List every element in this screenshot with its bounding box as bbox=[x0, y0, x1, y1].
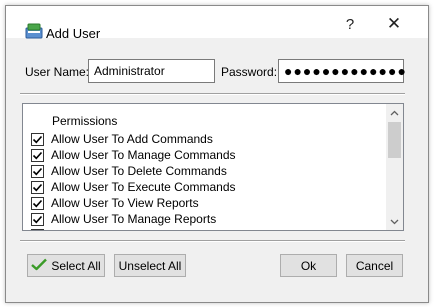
password-label: Password: bbox=[221, 65, 278, 79]
username-label: User Name: bbox=[25, 65, 90, 79]
help-icon: ? bbox=[345, 15, 355, 33]
permissions-list[interactable]: Permissions Allow User To Add Commands Al… bbox=[22, 103, 404, 231]
password-field[interactable]: ●●●●●●●●●●●●● bbox=[278, 59, 406, 83]
scroll-down-icon[interactable] bbox=[386, 213, 403, 230]
scroll-thumb[interactable] bbox=[388, 122, 401, 158]
permissions-header: Permissions bbox=[52, 114, 118, 128]
cancel-label: Cancel bbox=[355, 258, 394, 273]
permission-label: Allow User To Manage Commands bbox=[51, 148, 236, 162]
separator-top bbox=[20, 93, 405, 95]
permission-label: Allow User To Add Commands bbox=[51, 132, 213, 146]
cancel-button[interactable]: Cancel bbox=[346, 254, 403, 277]
separator-bottom bbox=[20, 240, 405, 242]
ok-label: Ok bbox=[300, 258, 317, 273]
permission-label: Allow User To Delete Commands bbox=[51, 164, 227, 178]
permission-item[interactable]: Allow User To Manage Commands bbox=[31, 147, 236, 163]
vertical-scrollbar[interactable] bbox=[386, 104, 403, 230]
permission-checkbox[interactable] bbox=[31, 164, 44, 178]
permission-checkbox[interactable] bbox=[31, 132, 44, 146]
unselect-all-button[interactable]: Unselect All bbox=[114, 254, 186, 277]
help-button[interactable]: ? bbox=[328, 11, 372, 37]
ok-button[interactable]: Ok bbox=[280, 254, 337, 277]
permission-item[interactable]: Allow User To Manage Reports bbox=[31, 211, 216, 227]
permission-checkbox[interactable] bbox=[31, 180, 44, 194]
permission-item[interactable]: Allow User To Execute Commands bbox=[31, 179, 236, 195]
username-field[interactable]: Administrator bbox=[88, 59, 215, 83]
permission-item[interactable]: Allow User To View Reports bbox=[31, 195, 199, 211]
permission-item[interactable]: Allow User To Add Commands bbox=[31, 131, 213, 147]
close-icon: ✕ bbox=[386, 14, 402, 33]
permission-label: Allow User To Manage Reports bbox=[51, 212, 217, 226]
permission-label: Allow User To View Reports bbox=[51, 196, 199, 210]
check-icon bbox=[31, 258, 48, 274]
window-title: Add User bbox=[46, 26, 101, 41]
permission-checkbox[interactable] bbox=[31, 148, 44, 162]
app-icon bbox=[25, 23, 43, 39]
permission-checkbox[interactable] bbox=[31, 196, 44, 210]
select-all-button[interactable]: Select All bbox=[27, 254, 105, 277]
unselect-all-label: Unselect All bbox=[118, 258, 182, 273]
permission-label: Allow User To Execute Commands bbox=[51, 180, 236, 194]
select-all-label: Select All bbox=[51, 258, 101, 273]
permission-checkbox[interactable] bbox=[31, 212, 44, 226]
permission-item[interactable]: Allow User To Delete Commands bbox=[31, 163, 227, 179]
close-button[interactable]: ✕ bbox=[372, 11, 416, 37]
permission-item[interactable]: Allow User To Delete Reports bbox=[31, 227, 208, 230]
permission-checkbox[interactable] bbox=[31, 228, 44, 230]
permission-label: Allow User To Delete Reports bbox=[51, 228, 208, 230]
scroll-up-icon[interactable] bbox=[386, 104, 403, 121]
